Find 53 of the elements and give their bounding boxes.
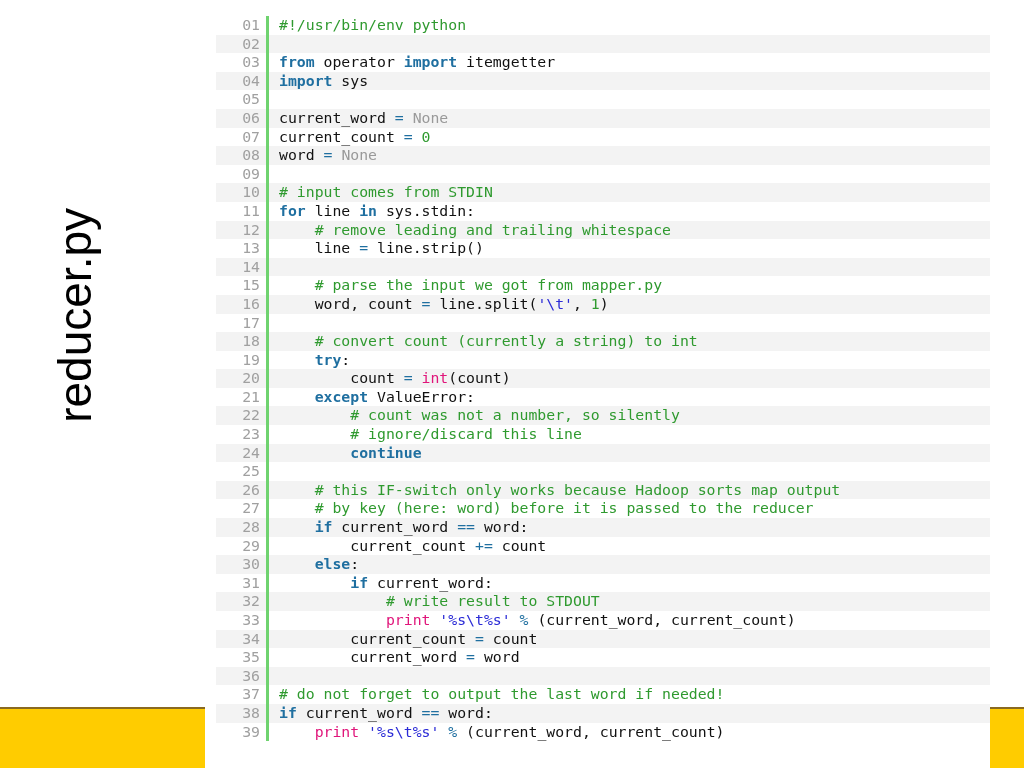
code-line: if current_word == word: xyxy=(279,703,493,723)
code-line: current_count = 0 xyxy=(279,127,431,147)
line-number: 02 xyxy=(216,34,269,54)
code-line: else: xyxy=(313,555,360,574)
line-number: 39 xyxy=(216,722,269,742)
code-line: from operator import itemgetter xyxy=(279,53,556,72)
line-number: 20 xyxy=(216,369,269,388)
code-line: current_count += count xyxy=(349,536,547,556)
code-line: print '%s\t%s' % (current_word, current_count) xyxy=(384,611,796,630)
accent-bar xyxy=(990,707,1024,768)
line-number: 06 xyxy=(216,108,269,128)
code-line: try: xyxy=(313,350,351,370)
line-number: 38 xyxy=(216,703,269,723)
code-line: current_word = None xyxy=(279,108,449,128)
line-number: 18 xyxy=(216,332,269,351)
code-line: import sys xyxy=(279,71,369,91)
line-number: 10 xyxy=(216,183,269,202)
code-line: for line in sys.stdin: xyxy=(279,201,475,221)
line-number: 04 xyxy=(216,71,269,91)
code-line: current_count = count xyxy=(349,629,538,649)
code-line: #!/usr/bin/env python xyxy=(279,16,467,35)
line-number: 34 xyxy=(216,629,269,649)
code-line: # this IF-switch only works because Hadoop sorts map output xyxy=(313,480,841,500)
code-line: except ValueError: xyxy=(313,387,475,407)
code-line: # by key (here: word) before it is passed to the reducer xyxy=(313,499,814,519)
code-line: word = None xyxy=(279,146,377,165)
code-line: continue xyxy=(349,443,422,463)
line-number: 14 xyxy=(216,257,269,277)
line-number: 36 xyxy=(216,666,269,686)
line-number: 26 xyxy=(216,480,269,500)
code-line: # count was not a number, so silently xyxy=(349,406,680,426)
code-line: word, count = line.split('\t', 1) xyxy=(313,294,609,314)
code-line: # convert count (currently a string) to int xyxy=(313,332,698,351)
code-line: if current_word: xyxy=(349,573,493,593)
line-number: 12 xyxy=(216,220,269,240)
code-line: # do not forget to output the last word if needed! xyxy=(279,685,725,704)
line-number: 24 xyxy=(216,443,269,463)
code-line: # remove leading and trailing whitespace xyxy=(313,220,671,240)
code-line: # input comes from STDIN xyxy=(279,183,493,202)
line-number: 32 xyxy=(216,592,269,611)
code-line: # ignore/discard this line xyxy=(349,425,582,444)
code-line: line = line.strip() xyxy=(313,239,484,258)
code-line: if current_word == word: xyxy=(313,518,529,537)
line-number: 16 xyxy=(216,294,269,314)
code-line: count = int(count) xyxy=(349,369,511,388)
code-line: print '%s\t%s' % (current_word, current_count) xyxy=(313,722,725,742)
code-line: # parse the input we got from mapper.py xyxy=(313,276,663,295)
code-line: current_word = word xyxy=(349,648,520,667)
line-number: 08 xyxy=(216,146,269,165)
line-number: 22 xyxy=(216,406,269,426)
code-line: # write result to STDOUT xyxy=(384,592,600,611)
line-number: 30 xyxy=(216,555,269,574)
line-number: 28 xyxy=(216,518,269,537)
